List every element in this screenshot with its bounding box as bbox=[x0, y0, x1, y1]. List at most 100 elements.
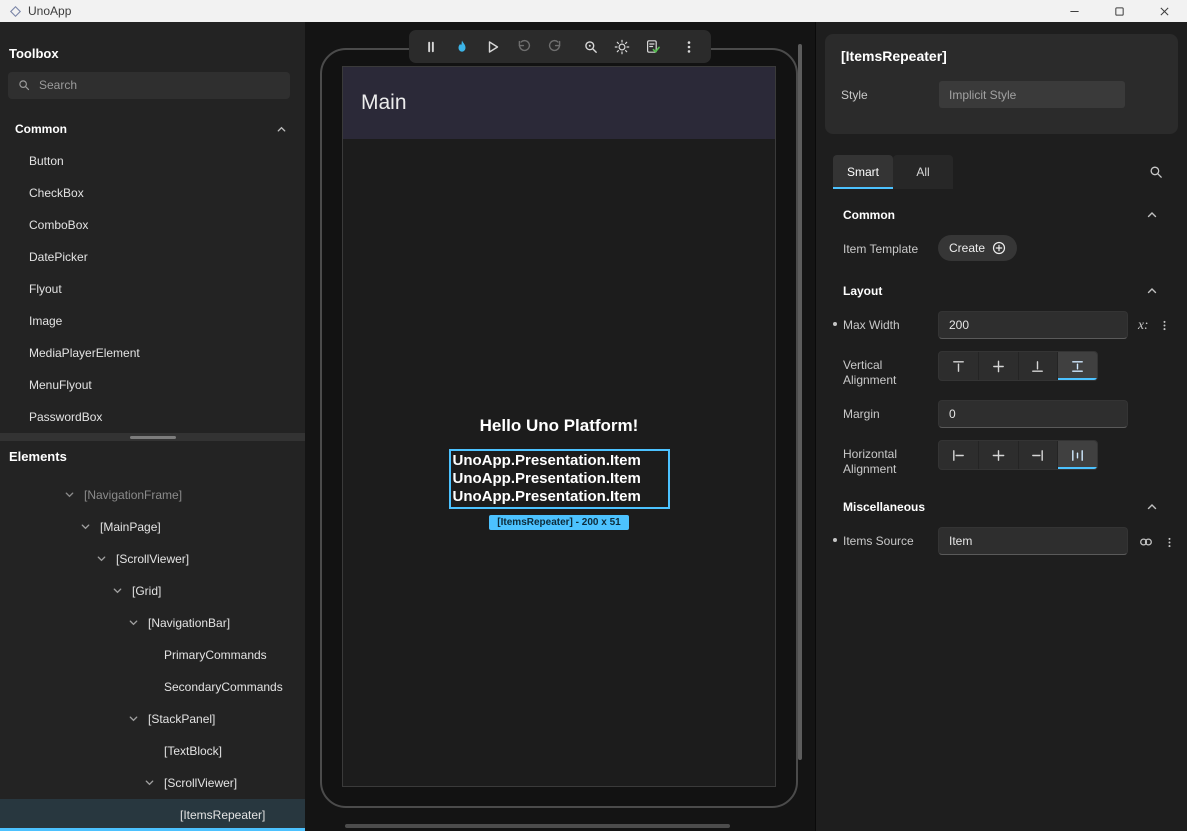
item-template-label: Item Template bbox=[843, 235, 938, 257]
repeater-item: UnoApp.Presentation.Item bbox=[453, 488, 666, 506]
chevron-down-icon[interactable] bbox=[96, 553, 110, 564]
toolbox-item-image[interactable]: Image bbox=[0, 305, 305, 337]
toolbox-item-mediaplayerelement[interactable]: MediaPlayerElement bbox=[0, 337, 305, 369]
toolbox-item-flyout[interactable]: Flyout bbox=[0, 273, 305, 305]
halign-center-button[interactable] bbox=[979, 441, 1019, 469]
toolbox-item-checkbox[interactable]: CheckBox bbox=[0, 177, 305, 209]
tree-item-mainpage[interactable]: [MainPage] bbox=[0, 511, 305, 543]
max-width-row: Max Width x: bbox=[825, 311, 1178, 339]
chevron-up-icon[interactable] bbox=[1146, 285, 1158, 297]
properties-search-icon[interactable] bbox=[1149, 165, 1164, 180]
toolbox-item-datepicker[interactable]: DatePicker bbox=[0, 241, 305, 273]
selected-itemsrepeater[interactable]: UnoApp.Presentation.Item UnoApp.Presenta… bbox=[449, 449, 670, 509]
margin-row: Margin bbox=[825, 400, 1178, 428]
play-icon[interactable] bbox=[484, 38, 502, 56]
app-navbar[interactable]: Main bbox=[343, 67, 775, 139]
chevron-up-icon[interactable] bbox=[1146, 501, 1158, 513]
undo-icon[interactable] bbox=[515, 38, 533, 56]
search-icon bbox=[18, 79, 31, 92]
tree-item-navigationbar[interactable]: [NavigationBar] bbox=[0, 607, 305, 639]
items-source-input[interactable] bbox=[938, 527, 1128, 555]
section-layout[interactable]: Layout bbox=[825, 273, 1178, 309]
toolbox-item-button[interactable]: Button bbox=[0, 145, 305, 177]
canvas-vertical-scrollbar[interactable] bbox=[798, 44, 802, 760]
redo-icon[interactable] bbox=[546, 38, 564, 56]
xbind-icon[interactable]: x: bbox=[1138, 318, 1149, 332]
minimize-icon[interactable] bbox=[1052, 0, 1097, 22]
margin-label: Margin bbox=[843, 400, 938, 422]
theme-toggle-icon[interactable] bbox=[613, 38, 631, 56]
main-area: Toolbox Common Button CheckBox ComboBox … bbox=[0, 22, 1187, 831]
chevron-up-icon[interactable] bbox=[1146, 209, 1158, 221]
valign-bottom-button[interactable] bbox=[1019, 352, 1059, 380]
splitter-handle[interactable] bbox=[130, 436, 176, 439]
halign-left-button[interactable] bbox=[939, 441, 979, 469]
tree-item-secondarycommands[interactable]: SecondaryCommands bbox=[0, 671, 305, 703]
pause-icon[interactable] bbox=[422, 38, 440, 56]
style-input[interactable]: Implicit Style bbox=[939, 81, 1125, 108]
chevron-down-icon[interactable] bbox=[128, 617, 142, 628]
section-common[interactable]: Common bbox=[825, 197, 1178, 233]
app-preview-screen[interactable]: Main Hello Uno Platform! UnoApp.Presenta… bbox=[342, 66, 776, 787]
repeater-item: UnoApp.Presentation.Item bbox=[453, 452, 666, 470]
search-input[interactable] bbox=[39, 78, 280, 92]
panel-splitter[interactable] bbox=[0, 433, 305, 441]
tab-smart[interactable]: Smart bbox=[833, 155, 893, 189]
chevron-down-icon[interactable] bbox=[80, 521, 94, 532]
titlebar: UnoApp bbox=[0, 0, 1187, 22]
toolbox-item-passwordbox[interactable]: PasswordBox bbox=[0, 401, 305, 433]
hot-reload-flame-icon[interactable] bbox=[453, 38, 471, 56]
tree-item-grid[interactable]: [Grid] bbox=[0, 575, 305, 607]
tree-item-navigationframe[interactable]: [NavigationFrame] bbox=[0, 479, 305, 511]
chevron-up-icon[interactable] bbox=[276, 124, 287, 135]
toolbox-item-menuflyout[interactable]: MenuFlyout bbox=[0, 369, 305, 401]
chevron-down-icon[interactable] bbox=[128, 713, 142, 724]
more-options-icon[interactable] bbox=[680, 38, 698, 56]
items-source-row: Items Source bbox=[825, 527, 1178, 555]
maximize-icon[interactable] bbox=[1097, 0, 1142, 22]
modified-dot bbox=[833, 538, 837, 542]
tree-item-scrollviewer[interactable]: [ScrollViewer] bbox=[0, 543, 305, 575]
chevron-down-icon[interactable] bbox=[144, 777, 158, 788]
max-width-value[interactable] bbox=[949, 318, 1117, 332]
tree-item-stackpanel[interactable]: [StackPanel] bbox=[0, 703, 305, 735]
horizontal-alignment-label: Horizontal Alignment bbox=[843, 440, 938, 477]
canvas-horizontal-scrollbar[interactable] bbox=[345, 824, 730, 828]
valign-top-button[interactable] bbox=[939, 352, 979, 380]
tree-item-textblock[interactable]: [TextBlock] bbox=[0, 735, 305, 767]
tree-item-scrollviewer-2[interactable]: [ScrollViewer] bbox=[0, 767, 305, 799]
data-binding-icon[interactable] bbox=[1138, 534, 1154, 550]
close-icon[interactable] bbox=[1142, 0, 1187, 22]
valign-center-button[interactable] bbox=[979, 352, 1019, 380]
inspect-element-icon[interactable] bbox=[582, 38, 600, 56]
halign-stretch-button[interactable] bbox=[1058, 441, 1097, 469]
chevron-down-icon[interactable] bbox=[112, 585, 126, 596]
margin-value[interactable] bbox=[949, 407, 1117, 421]
more-options-icon[interactable] bbox=[1158, 319, 1171, 332]
toolbox-item-combobox[interactable]: ComboBox bbox=[0, 209, 305, 241]
design-canvas[interactable]: Main Hello Uno Platform! UnoApp.Presenta… bbox=[305, 22, 815, 831]
toolbox-search[interactable] bbox=[8, 72, 290, 99]
valign-stretch-button[interactable] bbox=[1058, 352, 1097, 380]
toolbox-section-common[interactable]: Common bbox=[0, 114, 305, 146]
modified-dot bbox=[833, 322, 837, 326]
halign-right-button[interactable] bbox=[1019, 441, 1059, 469]
chevron-down-icon[interactable] bbox=[64, 489, 78, 500]
designer-toolbar bbox=[409, 30, 711, 63]
toolbox-title: Toolbox bbox=[9, 46, 305, 61]
app-logo-icon bbox=[9, 5, 22, 18]
items-source-value[interactable] bbox=[949, 534, 1117, 548]
validation-icon[interactable] bbox=[644, 38, 662, 56]
more-options-icon[interactable] bbox=[1163, 536, 1176, 549]
tree-item-primarycommands[interactable]: PrimaryCommands bbox=[0, 639, 305, 671]
section-miscellaneous[interactable]: Miscellaneous bbox=[825, 489, 1178, 525]
max-width-label: Max Width bbox=[843, 311, 938, 333]
create-template-button[interactable]: Create bbox=[938, 235, 1017, 261]
vertical-alignment-group bbox=[938, 351, 1098, 381]
tab-all[interactable]: All bbox=[893, 155, 953, 189]
hello-textblock[interactable]: Hello Uno Platform! bbox=[480, 416, 639, 436]
max-width-input[interactable] bbox=[938, 311, 1128, 339]
margin-input[interactable] bbox=[938, 400, 1128, 428]
selected-element-title: [ItemsRepeater] bbox=[841, 48, 1162, 64]
tree-item-itemsrepeater[interactable]: [ItemsRepeater] bbox=[0, 799, 305, 831]
